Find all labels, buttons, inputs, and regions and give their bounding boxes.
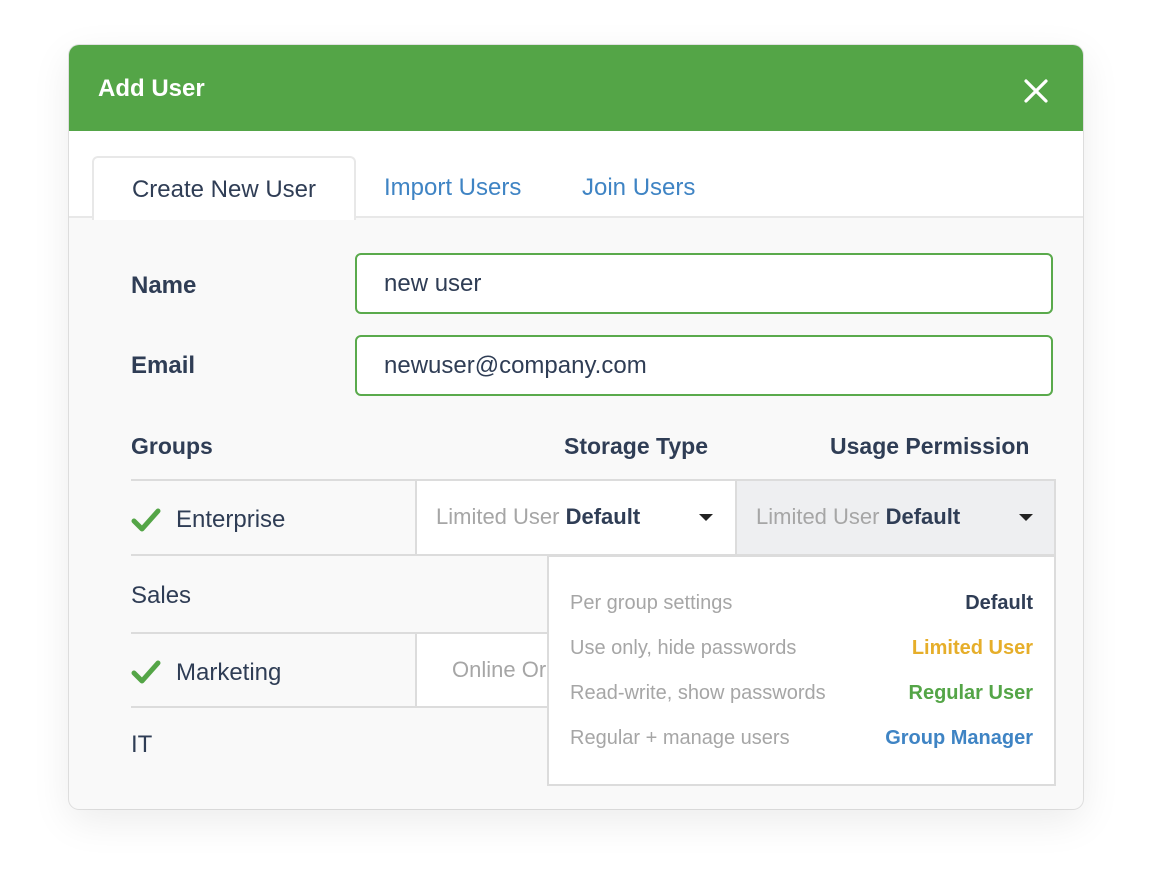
option-description: Per group settings [570, 592, 733, 614]
permission-muted-text: Limited User [756, 504, 880, 529]
group-name-it[interactable]: IT [131, 731, 152, 759]
tab-bar: Create New User Import Users Join Users [69, 131, 1083, 220]
checkmark-icon[interactable] [131, 507, 161, 533]
storage-type-select-marketing[interactable]: Online Or [417, 634, 549, 706]
usage-permission-header: Usage Permission [830, 433, 1030, 459]
option-description: Read-write, show passwords [570, 682, 826, 704]
groups-header: Groups [131, 433, 213, 459]
close-icon[interactable] [1023, 78, 1049, 104]
caret-down-icon [1019, 514, 1033, 521]
storage-muted-text: Online Or [452, 657, 547, 682]
group-name-sales[interactable]: Sales [131, 582, 191, 610]
permission-option-default[interactable]: Per group settings Default [570, 592, 1033, 622]
usage-permission-select-enterprise[interactable]: Limited User Default [737, 481, 1056, 555]
tab-create-new-user[interactable]: Create New User [92, 156, 356, 220]
group-name-enterprise: Enterprise [176, 506, 286, 533]
row-divider [131, 706, 549, 708]
add-user-dialog: Add User Create New User Import Users Jo… [69, 45, 1083, 809]
option-description: Regular + manage users [570, 727, 790, 749]
dialog-title: Add User [98, 75, 205, 102]
dialog-header: Add User [69, 45, 1083, 131]
option-value: Group Manager [885, 727, 1033, 749]
tab-join-users[interactable]: Join Users [582, 156, 695, 216]
option-description: Use only, hide passwords [570, 637, 797, 659]
storage-strong-text: Default [565, 504, 641, 529]
option-value: Limited User [911, 637, 1033, 659]
permission-option-group-manager[interactable]: Regular + manage users Group Manager [570, 727, 1033, 757]
group-name-marketing: Marketing [176, 659, 282, 686]
storage-type-select-enterprise[interactable]: Limited User Default [417, 481, 736, 555]
email-input[interactable]: newuser@company.com [355, 335, 1053, 396]
permission-option-regular-user[interactable]: Read-write, show passwords Regular User [570, 682, 1033, 712]
name-label: Name [131, 272, 197, 299]
option-value: Default [965, 592, 1033, 614]
tab-import-users[interactable]: Import Users [384, 156, 521, 216]
checkmark-icon[interactable] [131, 659, 161, 685]
permission-strong-text: Default [885, 504, 961, 529]
usage-permission-dropdown-menu: Per group settings Default Use only, hid… [547, 555, 1056, 786]
name-input[interactable]: new user [355, 253, 1053, 314]
permission-option-limited-user[interactable]: Use only, hide passwords Limited User [570, 637, 1033, 667]
option-value: Regular User [908, 682, 1034, 704]
cell-divider [1054, 481, 1056, 555]
caret-down-icon [699, 514, 713, 521]
storage-type-header: Storage Type [564, 433, 708, 459]
email-label: Email [131, 352, 196, 379]
storage-muted-text: Limited User [436, 504, 560, 529]
